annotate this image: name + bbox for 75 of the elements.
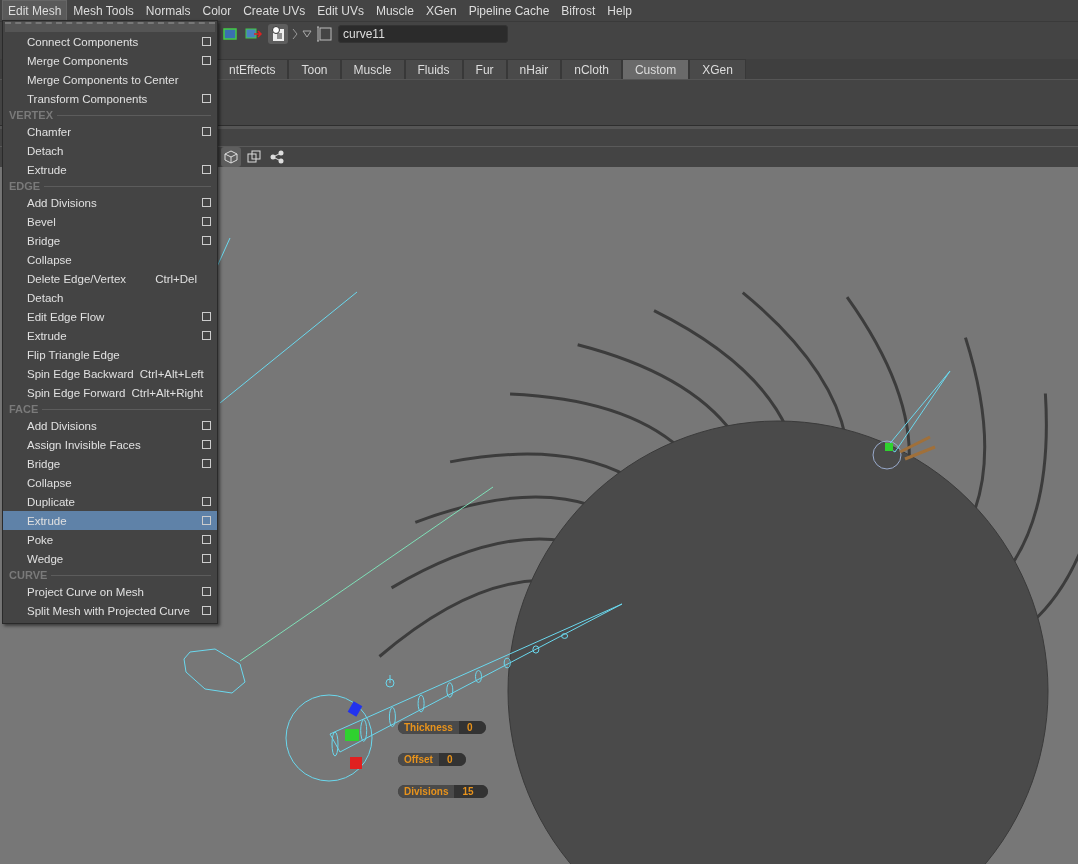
menu-title[interactable]: Color [196,0,238,21]
option-box-icon[interactable] [202,127,211,136]
option-box-icon[interactable] [202,535,211,544]
option-box-icon[interactable] [202,554,211,563]
menu-item[interactable]: Merge Components to Center [3,70,217,89]
menu-title[interactable]: Muscle [369,0,420,21]
menu-item[interactable]: Edit Edge Flow [3,307,217,326]
menu-item[interactable]: Chamfer [3,122,217,141]
option-box-icon[interactable] [202,37,211,46]
hud-field[interactable]: Divisions 15 [398,785,488,798]
shelf-tab[interactable]: nHair [506,59,562,79]
menu-title[interactable]: Create UVs [237,0,312,21]
hud-field[interactable]: Thickness 0 [398,721,487,734]
menu-item[interactable]: Add Divisions [3,416,217,435]
shelf-tab[interactable]: Fluids [404,59,463,79]
option-box-icon[interactable] [202,198,211,207]
option-box-icon[interactable] [202,497,211,506]
option-box-icon[interactable] [202,421,211,430]
option-box-icon[interactable] [202,459,211,468]
option-box-icon[interactable] [202,94,211,103]
rename-icon [316,26,332,42]
shelf-tab[interactable]: XGen [689,59,746,79]
menu-title[interactable]: XGen [419,0,463,21]
menu-item[interactable]: Bridge [3,231,217,250]
menu-item[interactable]: Merge Components [3,51,217,70]
menu-item[interactable]: Bevel [3,212,217,231]
shelf-tab[interactable]: Custom [621,59,690,79]
option-box-icon[interactable] [202,587,211,596]
menu-item[interactable]: Duplicate [3,492,217,511]
menu-item[interactable]: Spin Edge Backward Ctrl+Alt+Left [3,364,217,383]
menu-item[interactable]: Delete Edge/Vertex Ctrl+Del [3,269,217,288]
menu-title[interactable]: Edit Mesh [2,0,68,21]
menu-title[interactable]: Edit UVs [311,0,370,21]
menu-item[interactable]: Transform Components [3,89,217,108]
option-box-icon[interactable] [202,312,211,321]
option-box-icon[interactable] [202,440,211,449]
menu-item[interactable]: Extrude [3,160,217,179]
menu-item[interactable]: Connect Components [3,32,217,51]
option-box-icon[interactable] [202,236,211,245]
menu-title[interactable]: Pipeline Cache [462,0,556,21]
object-name-field[interactable]: curve11 [338,25,508,43]
hud-field[interactable]: Offset 0 [398,753,467,766]
shelf-tab[interactable]: ntEffects [216,59,289,79]
pivot-icon [385,674,395,688]
menu-item[interactable]: Collapse [3,473,217,492]
menu-item[interactable]: Poke [3,530,217,549]
menu-item[interactable]: Split Mesh with Projected Curve [3,601,217,620]
menu-title[interactable]: Mesh Tools [67,0,140,21]
option-box-icon[interactable] [202,217,211,226]
menu-item[interactable]: Wedge [3,549,217,568]
clipboard-clock-button[interactable] [268,24,288,44]
menu-title[interactable]: Bifrost [555,0,602,21]
menu-item[interactable]: Collapse [3,250,217,269]
menu-item[interactable]: Add Divisions [3,193,217,212]
menu-item[interactable]: Assign Invisible Faces [3,435,217,454]
shelf-tab[interactable]: Muscle [340,59,405,79]
menu-item[interactable]: Detach [3,288,217,307]
option-box-icon[interactable] [202,165,211,174]
option-box-icon[interactable] [202,56,211,65]
option-box-icon[interactable] [202,606,211,615]
cube-icon[interactable] [221,147,241,167]
option-box-icon[interactable] [202,331,211,340]
octagon-mesh-drawing [183,648,246,694]
menu-item[interactable]: Spin Edge Forward Ctrl+Alt+Right [3,383,217,402]
dropdown-triangle-icon[interactable] [302,30,312,38]
menu-item[interactable]: Flip Triangle Edge [3,345,217,364]
menu-title[interactable]: Normals [139,0,197,21]
menu-item[interactable]: Extrude [3,326,217,345]
menu-item[interactable]: Detach [3,141,217,160]
shelf-tab[interactable]: nCloth [561,59,622,79]
shelf-tab[interactable]: Fur [462,59,507,79]
menu-item[interactable]: Bridge [3,454,217,473]
menu-title[interactable]: Help [601,0,639,21]
menu-item[interactable]: Project Curve on Mesh [3,582,217,601]
shelf-tab[interactable]: Toon [288,59,341,79]
